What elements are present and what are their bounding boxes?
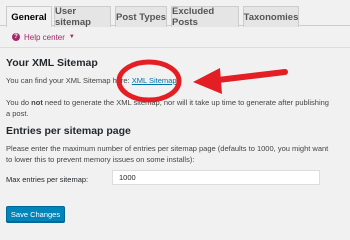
entries-heading: Entries per sitemap page [6,125,131,137]
caret-down-icon: ▼ [68,34,75,40]
pointer-arrow-shaft [215,69,288,83]
note-bold: not [31,98,43,107]
note-part-a: You do [6,98,32,107]
sitemap-location-text: You can find your XML Sitemap here: XML … [6,75,177,86]
generation-note: You do not need to generate the XML site… [6,97,346,119]
xml-sitemap-heading: Your XML Sitemap [6,57,98,69]
save-changes-button[interactable]: Save Changes [6,206,65,222]
help-center-label: Help center [24,32,65,42]
help-center-toggle[interactable]: ? Help center ▼ [12,31,75,43]
settings-tab-bar: General User sitemap Post Types Excluded… [0,0,350,28]
entries-desc-line-1: Please enter the maximum number of entri… [6,144,329,153]
xml-sitemap-link[interactable]: XML Sitemap [132,76,177,85]
tab-user-sitemap[interactable]: User sitemap [54,6,111,28]
tab-excluded-posts[interactable]: Excluded Posts [171,6,239,28]
tab-post-types[interactable]: Post Types [115,6,167,27]
question-icon: ? [12,33,20,41]
note-line-2: a post. [6,109,29,118]
divider [0,47,350,48]
tab-general[interactable]: General [6,6,52,27]
entries-desc-line-2: to lower this to prevent memory issues o… [6,155,195,164]
pointer-arrow-icon [193,68,222,94]
max-entries-input[interactable]: 1000 [112,170,320,185]
sitemap-location-prefix: You can find your XML Sitemap here: [6,76,132,85]
entries-description: Please enter the maximum number of entri… [6,143,348,165]
note-part-b: need to generate the XML sitemap, nor wi… [42,98,329,107]
max-entries-label: Max entries per sitemap: [6,175,89,184]
tab-taxonomies[interactable]: Taxonomies [243,6,299,27]
